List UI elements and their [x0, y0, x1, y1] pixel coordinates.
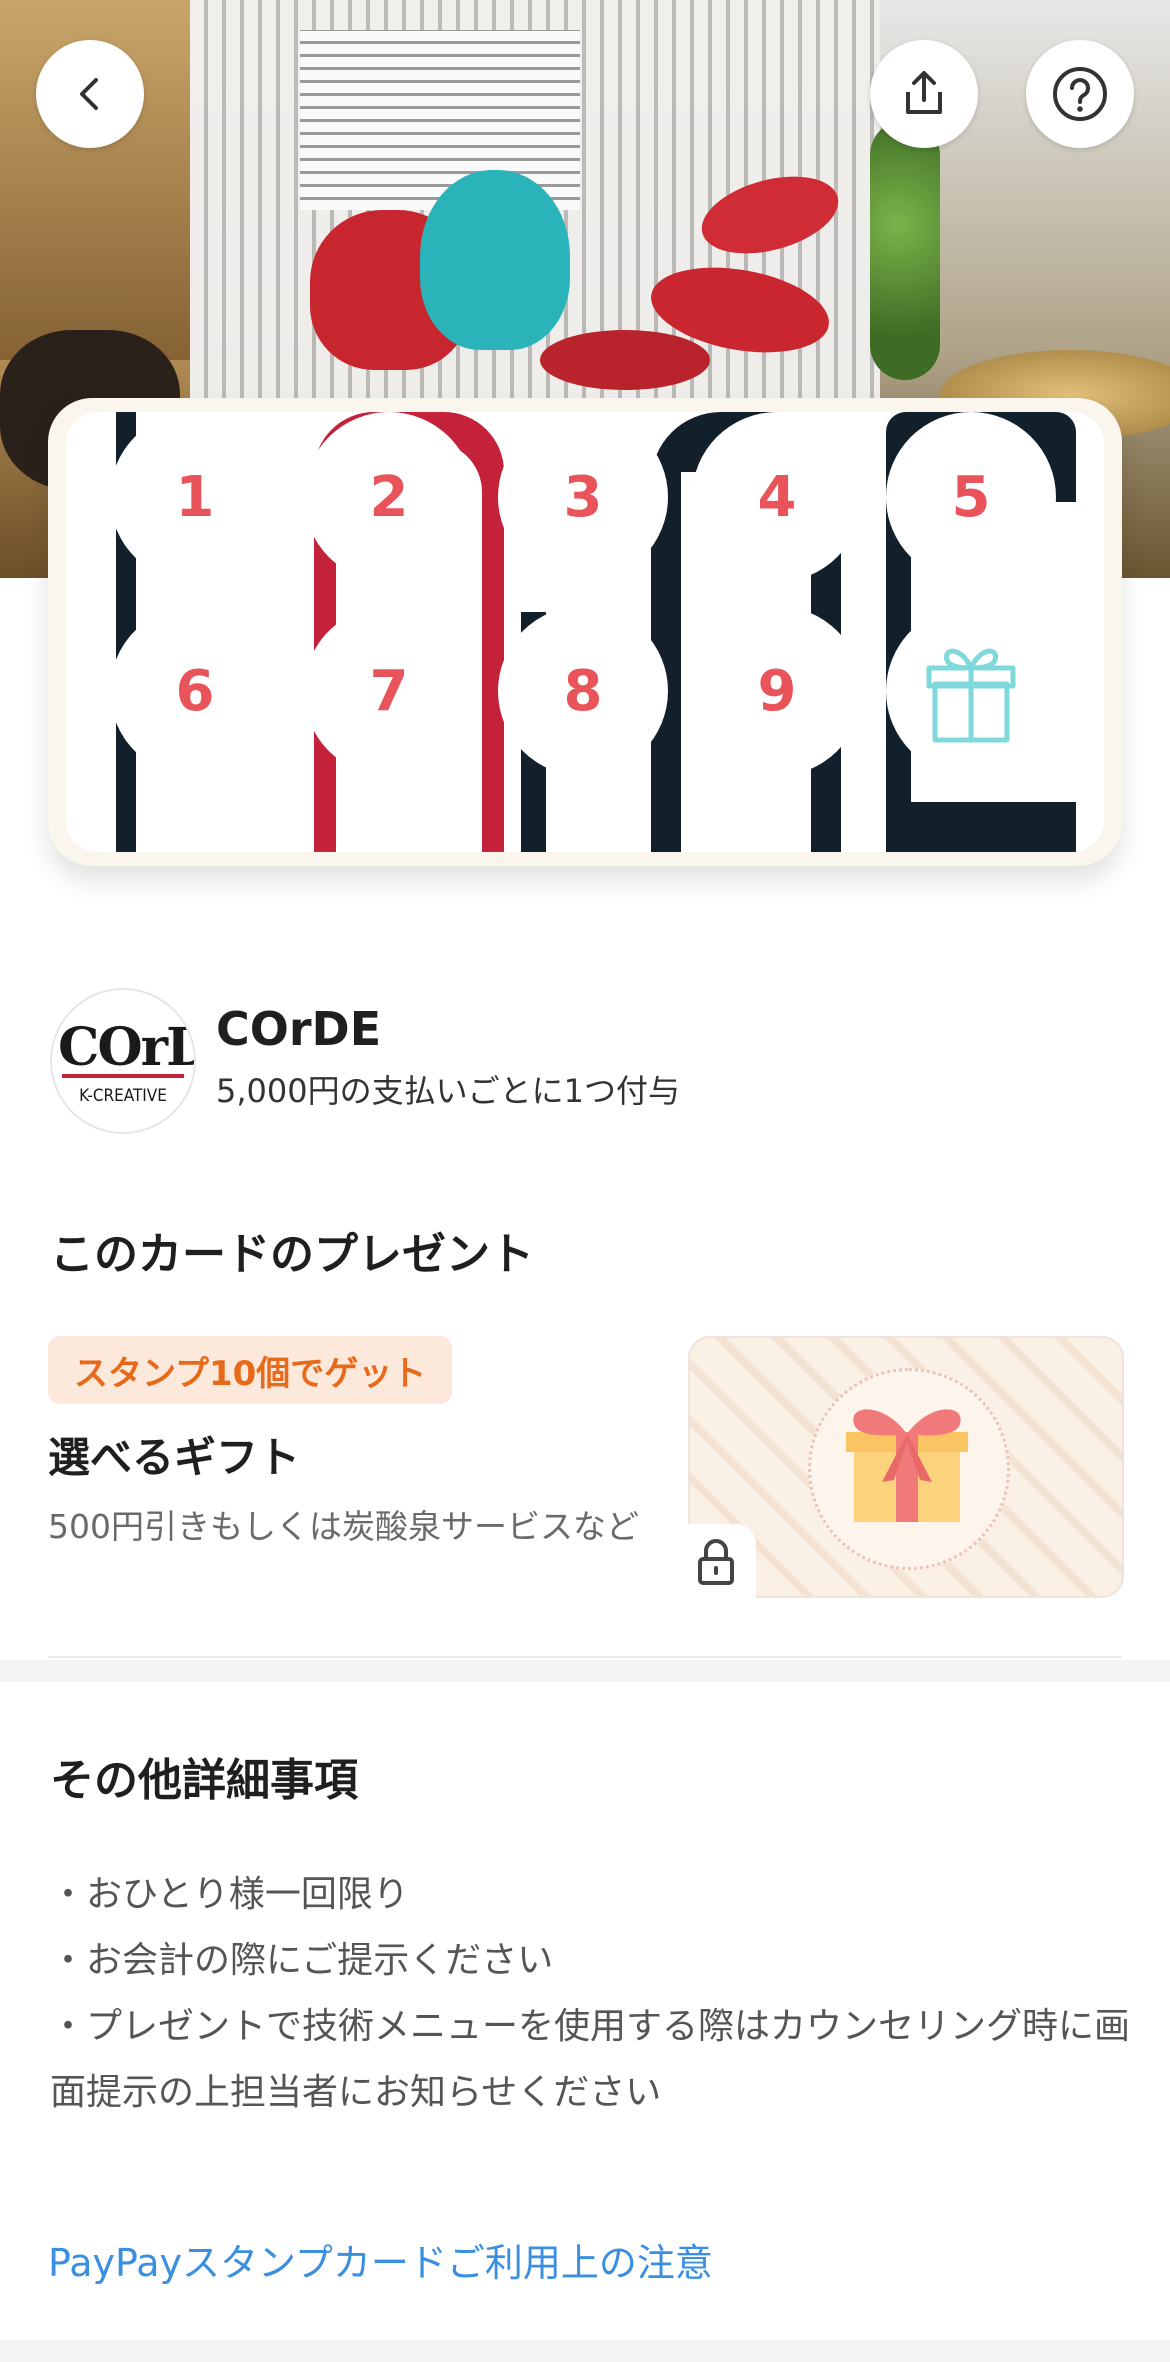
terms-link[interactable]: PayPayスタンプカードご利用上の注意 [48, 2232, 713, 2287]
stamp-number: 2 [369, 464, 409, 530]
stamp-number: 3 [563, 464, 603, 530]
help-circle-icon [1053, 67, 1107, 121]
stamp-number: 7 [369, 658, 409, 724]
shop-logo-subtitle: K-CREATIVE [79, 1086, 167, 1106]
stamp-slot-1: 1 [110, 412, 280, 582]
gift-title: 選べるギフト [48, 1433, 301, 1482]
stamp-slot-2: 2 [304, 412, 474, 582]
lock-badge [676, 1524, 756, 1600]
shop-logo-mark: COrDE [58, 1017, 194, 1078]
shop-name: COrDE [216, 1002, 382, 1056]
stamp-number: 6 [175, 658, 215, 724]
stamp-requirement-badge: スタンプ10個でゲット [48, 1336, 453, 1404]
detail-item: ・お会計の際にご提示ください [50, 1940, 554, 1981]
share-icon [906, 71, 942, 114]
stamp-slot-4: 4 [692, 412, 862, 582]
stamp-slot-7: 7 [304, 606, 474, 776]
help-button[interactable] [1026, 40, 1134, 148]
stamp-number: 1 [175, 464, 215, 530]
hero-window-shutter [300, 30, 580, 210]
detail-item: ・プレゼントで技術メニューを使用する際はカウンセリング時に画面提示の上担当者にお… [50, 2006, 1131, 2113]
stamp-card: 1 2 3 4 5 6 7 8 9 [48, 398, 1122, 866]
stamp-slot-8: 8 [498, 606, 668, 776]
present-section-title: このカードのプレゼント [50, 1229, 534, 1280]
share-button[interactable] [870, 40, 978, 148]
gift-description: 500円引きもしくは炭酸泉サービスなど [48, 1507, 639, 1546]
details-section-title: その他詳細事項 [50, 1755, 358, 1806]
hero-chair-teal [420, 170, 570, 350]
section-gap [0, 1660, 1170, 1682]
lock-icon [698, 1539, 734, 1585]
section-divider [48, 1656, 1122, 1658]
back-button[interactable] [36, 40, 144, 148]
gift-box-icon [846, 1409, 968, 1522]
detail-item: ・おひとり様一回限り [50, 1874, 409, 1915]
hero-plant [870, 120, 940, 380]
details-list: ・おひとり様一回限り ・お会計の際にご提示ください ・プレゼントで技術メニューを… [50, 1862, 1130, 2126]
shop-logo: COrDE K-CREATIVE [50, 988, 196, 1134]
chevron-left-icon [80, 78, 98, 110]
hero-chair-red-4 [540, 330, 710, 390]
gift-icon [926, 648, 1016, 743]
stamp-rule: 5,000円の支払いごとに1つ付与 [216, 1072, 680, 1110]
stamp-number: 8 [563, 658, 603, 724]
stamp-slot-3: 3 [498, 412, 668, 582]
shop-logo-accent [62, 1074, 184, 1078]
stamp-slot-9: 9 [692, 606, 862, 776]
stamp-slot-6: 6 [110, 606, 280, 776]
stamp-number: 9 [757, 658, 797, 724]
stamp-card-background: 1 2 3 4 5 6 7 8 9 [66, 412, 1104, 852]
stamp-slot-5: 5 [886, 412, 1056, 582]
stamp-number: 5 [951, 464, 991, 530]
stamp-number: 4 [757, 464, 797, 530]
bottom-gap [0, 2340, 1170, 2362]
stamp-slot-reward [886, 606, 1056, 776]
